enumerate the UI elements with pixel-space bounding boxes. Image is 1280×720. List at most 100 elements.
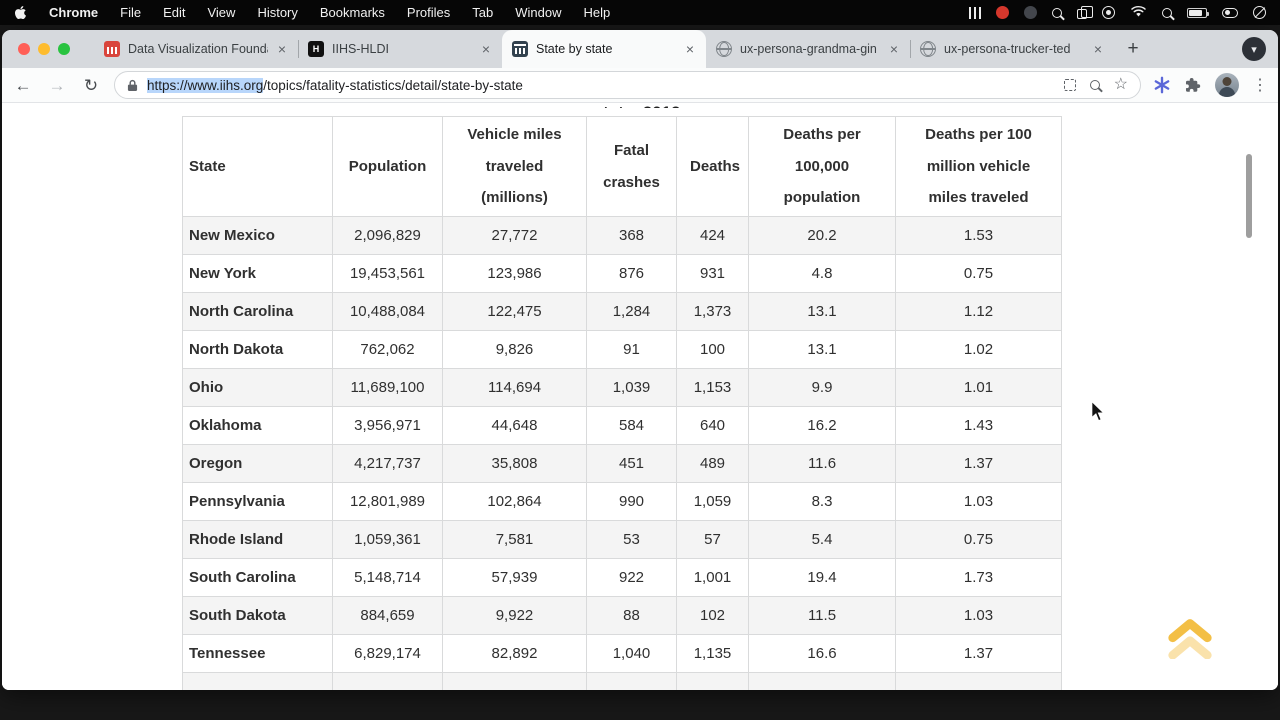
value-cell: 1,039 <box>587 369 677 407</box>
close-window-button[interactable] <box>18 43 30 55</box>
value-cell: 10,488,084 <box>333 293 443 331</box>
app-badge-icon[interactable] <box>1024 6 1037 19</box>
window-controls <box>18 43 70 55</box>
tab-close-icon[interactable]: × <box>1092 41 1104 57</box>
menu-item-window[interactable]: Window <box>515 5 561 20</box>
value-cell: 13.1 <box>749 331 896 369</box>
value-cell: 114,694 <box>443 369 587 407</box>
tabs-container: Data Visualization Founda × IIHS-HLDI × … <box>94 30 1114 68</box>
value-cell <box>749 673 896 691</box>
spotlight-icon[interactable] <box>1162 8 1172 18</box>
url-text[interactable]: https://www.iihs.org/topics/fatality-sta… <box>147 78 1055 93</box>
magnifier-icon[interactable] <box>1052 8 1062 18</box>
menu-item-bookmarks[interactable]: Bookmarks <box>320 5 385 20</box>
menu-item-help[interactable]: Help <box>584 5 611 20</box>
value-cell: 1,001 <box>677 559 749 597</box>
tab-title: IIHS-HLDI <box>332 42 472 56</box>
copy-icon[interactable] <box>1077 9 1087 19</box>
value-cell: 368 <box>587 217 677 255</box>
browser-menu-icon[interactable]: ⋮ <box>1252 75 1268 95</box>
tab-close-icon[interactable]: × <box>480 41 492 57</box>
value-cell: 1.37 <box>896 445 1062 483</box>
apple-menu-icon[interactable] <box>14 5 27 20</box>
focus-icon[interactable] <box>1253 6 1266 19</box>
tab-title: ux-persona-grandma-gin <box>740 42 880 56</box>
screen-record-icon[interactable] <box>996 6 1009 19</box>
value-cell <box>443 673 587 691</box>
value-cell: 931 <box>677 255 749 293</box>
table-row: North Carolina10,488,084122,4751,2841,37… <box>183 293 1062 331</box>
value-cell: 1.43 <box>896 407 1062 445</box>
state-cell: Ohio <box>183 369 333 407</box>
back-to-top-button[interactable] <box>1164 609 1216 664</box>
tab-close-icon[interactable]: × <box>276 41 288 57</box>
value-cell: 922 <box>587 559 677 597</box>
pinwheel-extension-icon[interactable] <box>1153 76 1171 94</box>
table-row-partial <box>183 673 1062 691</box>
menu-item-view[interactable]: View <box>207 5 235 20</box>
value-cell: 1.03 <box>896 483 1062 521</box>
state-cell: Oregon <box>183 445 333 483</box>
tab-favicon-icon <box>920 41 936 57</box>
wifi-icon[interactable] <box>1130 5 1147 21</box>
tab-close-icon[interactable]: × <box>684 41 696 57</box>
table-row: Tennessee6,829,17482,8921,0401,13516.61.… <box>183 635 1062 673</box>
extensions-puzzle-icon[interactable] <box>1184 76 1202 94</box>
forward-button[interactable]: → <box>46 77 68 94</box>
zoom-window-button[interactable] <box>58 43 70 55</box>
menu-item-chrome[interactable]: Chrome <box>49 5 98 20</box>
tab-ux-persona-trucker-ted[interactable]: ux-persona-trucker-ted × <box>910 30 1114 68</box>
state-cell: South Dakota <box>183 597 333 635</box>
menu-item-edit[interactable]: Edit <box>163 5 185 20</box>
value-cell: 2,096,829 <box>333 217 443 255</box>
value-cell: 5.4 <box>749 521 896 559</box>
value-cell: 1,284 <box>587 293 677 331</box>
value-cell: 0.75 <box>896 521 1062 559</box>
table-row: New Mexico2,096,82927,77236842420.21.53 <box>183 217 1062 255</box>
value-cell: 100 <box>677 331 749 369</box>
menu-item-profiles[interactable]: Profiles <box>407 5 450 20</box>
window-tiles-icon[interactable] <box>969 7 981 19</box>
column-header-deaths-per-100k: Deaths per 100,000 population <box>749 117 896 217</box>
back-button[interactable]: ← <box>12 77 34 94</box>
value-cell: 9,922 <box>443 597 587 635</box>
menu-item-file[interactable]: File <box>120 5 141 20</box>
value-cell: 9.9 <box>749 369 896 407</box>
clipped-caption: per state, 2019 <box>182 103 1061 108</box>
tab-strip: Data Visualization Founda × IIHS-HLDI × … <box>2 30 1278 68</box>
tab-iihs-hldi[interactable]: IIHS-HLDI × <box>298 30 502 68</box>
tab-search-button[interactable]: ▾ <box>1242 37 1266 61</box>
value-cell <box>677 673 749 691</box>
new-tab-button[interactable]: + <box>1120 36 1146 62</box>
menu-item-tab[interactable]: Tab <box>472 5 493 20</box>
minimize-window-button[interactable] <box>38 43 50 55</box>
value-cell: 1,135 <box>677 635 749 673</box>
screenshot-icon[interactable] <box>1064 79 1076 91</box>
value-cell: 57 <box>677 521 749 559</box>
tab-favicon-icon <box>716 41 732 57</box>
tab-data-visualization-founda[interactable]: Data Visualization Founda × <box>94 30 298 68</box>
profile-avatar[interactable] <box>1215 73 1239 97</box>
value-cell: 1.02 <box>896 331 1062 369</box>
value-cell: 1.12 <box>896 293 1062 331</box>
page-scrollbar-thumb[interactable] <box>1246 154 1252 238</box>
record-circle-icon[interactable] <box>1102 6 1115 19</box>
tab-state-by-state[interactable]: State by state × <box>502 30 706 68</box>
state-cell: Tennessee <box>183 635 333 673</box>
battery-icon[interactable] <box>1187 8 1207 18</box>
menu-bar: Chrome File Edit View History Bookmarks Profil… <box>0 0 1280 25</box>
reload-button[interactable]: ↻ <box>80 77 102 94</box>
value-cell: 1.03 <box>896 597 1062 635</box>
value-cell: 91 <box>587 331 677 369</box>
state-cell: North Carolina <box>183 293 333 331</box>
bookmark-star-icon[interactable]: ☆ <box>1114 77 1128 93</box>
control-center-icon[interactable] <box>1222 8 1238 18</box>
tab-ux-persona-grandma-gin[interactable]: ux-persona-grandma-gin × <box>706 30 910 68</box>
value-cell: 884,659 <box>333 597 443 635</box>
value-cell <box>587 673 677 691</box>
zoom-icon[interactable] <box>1090 80 1100 90</box>
table-row: South Carolina5,148,71457,9399221,00119.… <box>183 559 1062 597</box>
tab-close-icon[interactable]: × <box>888 41 900 57</box>
address-bar[interactable]: https://www.iihs.org/topics/fatality-sta… <box>114 71 1141 99</box>
menu-item-history[interactable]: History <box>257 5 297 20</box>
